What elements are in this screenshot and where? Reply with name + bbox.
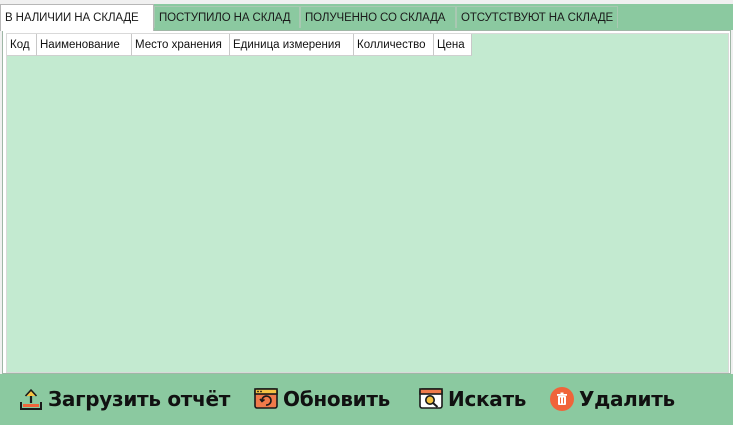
- stock-table[interactable]: Код Наименование Место хранения Единица …: [6, 33, 729, 373]
- search-label: Искать: [448, 387, 527, 411]
- tab-missing[interactable]: ОТСУТСТВУЮТ НА СКЛАДЕ: [456, 6, 618, 28]
- tab-content-panel: Код Наименование Место хранения Единица …: [2, 30, 731, 374]
- upload-icon: [18, 386, 44, 412]
- column-header-price[interactable]: Цена: [434, 34, 472, 56]
- refresh-button[interactable]: Обновить: [253, 382, 390, 416]
- delete-button[interactable]: Удалить: [549, 382, 675, 416]
- upload-report-button[interactable]: Загрузить отчёт: [18, 382, 230, 416]
- column-header-quantity[interactable]: Колличество: [354, 34, 434, 56]
- table-header: Код Наименование Место хранения Единица …: [7, 34, 728, 56]
- column-header-storage[interactable]: Место хранения: [132, 34, 230, 56]
- trash-icon: [549, 386, 575, 412]
- window-edge: [733, 0, 738, 425]
- app-window: В НАЛИЧИИ НА СКЛАДЕ ПОСТУПИЛО НА СКЛАД П…: [0, 0, 738, 425]
- column-header-name[interactable]: Наименование: [37, 34, 132, 56]
- delete-label: Удалить: [579, 387, 675, 411]
- tab-received[interactable]: ПОСТУПИЛО НА СКЛАД: [154, 6, 300, 28]
- tab-in-stock[interactable]: В НАЛИЧИИ НА СКЛАДЕ: [0, 4, 154, 31]
- search-button[interactable]: Искать: [418, 382, 526, 416]
- upload-report-label: Загрузить отчёт: [48, 387, 231, 411]
- refresh-window-icon: [253, 386, 279, 412]
- search-window-icon: [418, 386, 444, 412]
- action-bar: Загрузить отчёт Обновить Искать Удалить: [0, 374, 733, 425]
- refresh-label: Обновить: [283, 387, 391, 411]
- column-header-code[interactable]: Код: [7, 34, 37, 56]
- tab-bar: В НАЛИЧИИ НА СКЛАДЕ ПОСТУПИЛО НА СКЛАД П…: [0, 4, 733, 31]
- tab-issued[interactable]: ПОЛУЧЕННО СО СКЛАДА: [300, 6, 456, 28]
- column-header-unit[interactable]: Единица измерения: [230, 34, 354, 56]
